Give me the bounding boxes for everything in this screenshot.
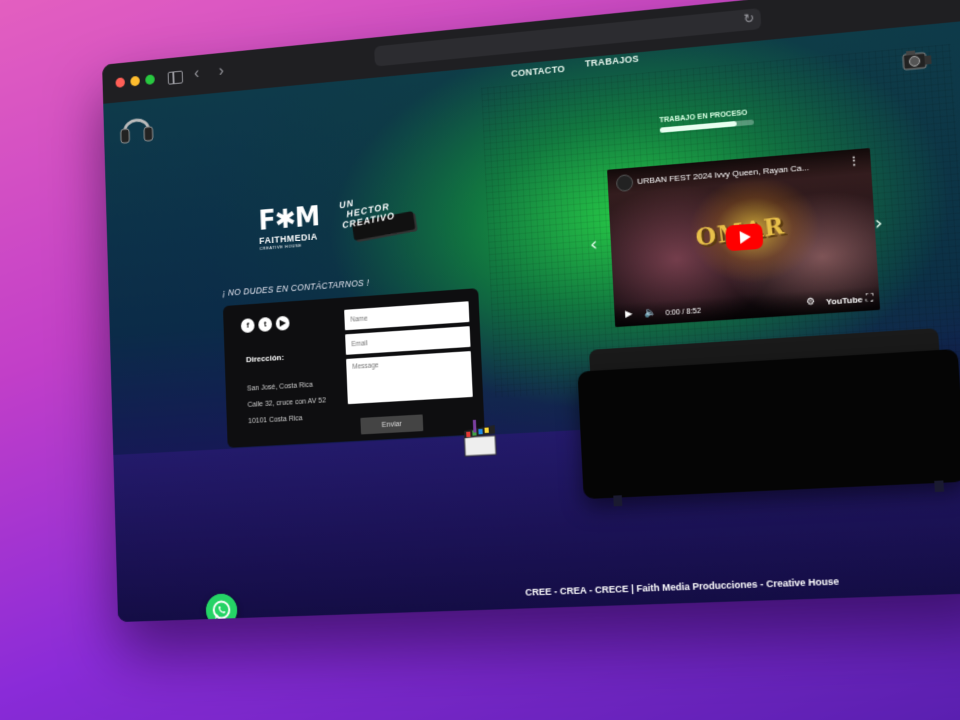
nav-contact-link[interactable]: CONTACTO — [511, 64, 565, 79]
sofa-leg-right — [934, 480, 944, 492]
nav-works-link[interactable]: TRABAJOS — [585, 53, 640, 68]
contact-heading: ¡ NO DUDES EN CONTÁCTARNOS ! — [222, 277, 369, 298]
video-more-icon[interactable]: ⋮ — [848, 155, 860, 168]
address-line-2: Calle 32, cruce con AV 52 — [247, 397, 326, 409]
camera-icon — [899, 46, 934, 75]
video-time: 0:00 / 8:52 — [665, 308, 701, 318]
forward-arrow-icon[interactable]: › — [218, 63, 224, 81]
video-player[interactable]: OMAR URBAN FEST 2024 Ivvy Queen, Rayan C… — [607, 148, 880, 327]
faith-media-logo: F✱M FAITHMEDIA CREATIVE HOUSE — [258, 203, 330, 259]
youtube-icon[interactable]: ▶ — [276, 316, 290, 331]
minimize-window-button[interactable] — [130, 76, 140, 87]
black-sofa — [577, 349, 960, 499]
name-input[interactable] — [344, 301, 469, 330]
reload-icon[interactable]: ↻ — [743, 11, 755, 27]
play-control-icon[interactable]: ▶ — [625, 308, 633, 320]
address-title: Dirección: — [246, 353, 284, 365]
fullscreen-icon[interactable]: ⛶ — [866, 292, 874, 304]
headphones-icon — [116, 107, 156, 150]
stage: ‹ › ↻ CONTACTO TRABAJOS TRABAJO EN PROCE… — [0, 0, 960, 720]
settings-gear-icon[interactable]: ⚙ — [806, 296, 816, 308]
address-line-3: 10101 Costa Rica — [248, 415, 303, 425]
back-arrow-icon[interactable]: ‹ — [194, 65, 200, 83]
send-button[interactable]: Enviar — [360, 414, 423, 434]
page-content: CONTACTO TRABAJOS TRABAJO EN PROCESO F✱M — [103, 20, 960, 622]
sidebar-toggle-icon[interactable] — [168, 71, 183, 85]
close-window-button[interactable] — [115, 77, 125, 88]
youtube-logo[interactable]: YouTube — [826, 295, 863, 307]
clapperboard-icon — [458, 418, 503, 460]
email-input[interactable] — [345, 326, 470, 355]
address-line-1: San José, Costa Rica — [247, 382, 313, 393]
message-textarea[interactable] — [346, 351, 473, 404]
browser-window: ‹ › ↻ CONTACTO TRABAJOS TRABAJO EN PROCE… — [102, 0, 960, 622]
carousel-prev-arrow-icon[interactable]: ‹ — [589, 233, 598, 256]
volume-icon[interactable]: 🔈 — [644, 306, 657, 318]
sofa-leg-left — [613, 495, 622, 506]
contact-card: f t ▶ Dirección: San José, Costa Rica Ca… — [223, 288, 485, 448]
youtube-play-icon[interactable] — [725, 223, 763, 251]
facebook-icon[interactable]: f — [241, 318, 255, 333]
twitter-icon[interactable]: t — [258, 317, 272, 332]
hector-creativo-logo: UN HECTOR CREATIVO — [339, 186, 423, 249]
carousel-next-arrow-icon[interactable]: › — [874, 212, 883, 235]
maximize-window-button[interactable] — [145, 74, 155, 85]
faith-media-mark: F✱M — [258, 203, 329, 235]
